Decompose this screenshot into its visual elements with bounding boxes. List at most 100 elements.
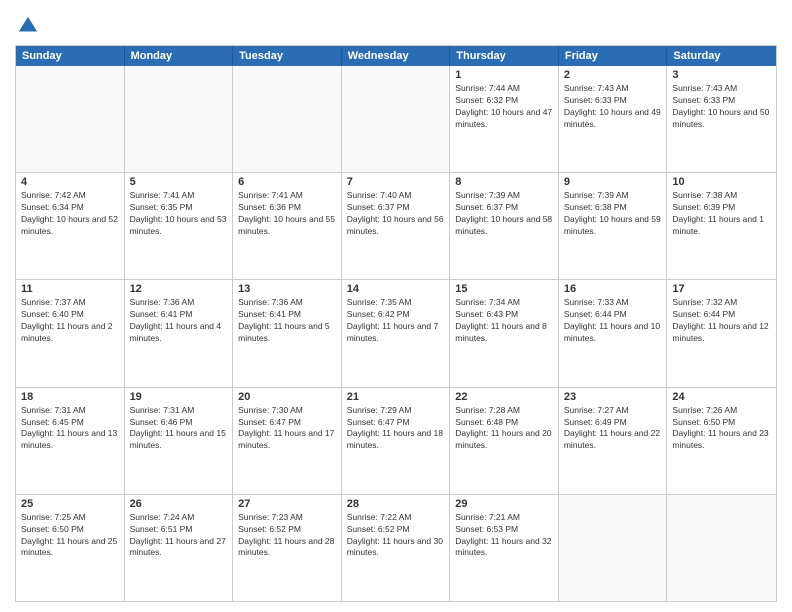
day-cell-27: 27 Sunrise: 7:23 AMSunset: 6:52 PMDayligh… — [233, 495, 342, 601]
day-info: Sunrise: 7:43 AMSunset: 6:33 PMDaylight:… — [564, 83, 662, 131]
day-info: Sunrise: 7:38 AMSunset: 6:39 PMDaylight:… — [672, 190, 771, 238]
header-day-wednesday: Wednesday — [342, 46, 451, 66]
day-cell-6: 6 Sunrise: 7:41 AMSunset: 6:36 PMDaylight… — [233, 173, 342, 279]
day-info: Sunrise: 7:28 AMSunset: 6:48 PMDaylight:… — [455, 405, 553, 453]
day-cell-1: 1 Sunrise: 7:44 AMSunset: 6:32 PMDaylight… — [450, 66, 559, 172]
header-day-thursday: Thursday — [450, 46, 559, 66]
day-number: 12 — [130, 283, 228, 295]
day-info: Sunrise: 7:23 AMSunset: 6:52 PMDaylight:… — [238, 512, 336, 560]
day-number: 14 — [347, 283, 445, 295]
header-day-tuesday: Tuesday — [233, 46, 342, 66]
day-cell-9: 9 Sunrise: 7:39 AMSunset: 6:38 PMDaylight… — [559, 173, 668, 279]
empty-cell — [559, 495, 668, 601]
calendar: SundayMondayTuesdayWednesdayThursdayFrid… — [15, 45, 777, 602]
day-number: 22 — [455, 391, 553, 403]
empty-cell — [125, 66, 234, 172]
day-number: 4 — [21, 176, 119, 188]
day-cell-18: 18Sunrise: 7:31 AMSunset: 6:45 PMDayligh… — [16, 388, 125, 494]
day-cell-24: 24 Sunrise: 7:26 AMSunset: 6:50 PMDayligh… — [667, 388, 776, 494]
day-number: 28 — [347, 498, 445, 510]
day-info: Sunrise: 7:27 AMSunset: 6:49 PMDaylight:… — [564, 405, 662, 453]
calendar-header: SundayMondayTuesdayWednesdayThursdayFrid… — [16, 46, 776, 66]
day-cell-16: 16 Sunrise: 7:33 AMSunset: 6:44 PMDayligh… — [559, 280, 668, 386]
day-number: 3 — [672, 69, 771, 81]
day-cell-21: 21 Sunrise: 7:29 AMSunset: 6:47 PMDayligh… — [342, 388, 451, 494]
day-cell-10: 10 Sunrise: 7:38 AMSunset: 6:39 PMDayligh… — [667, 173, 776, 279]
day-cell-17: 17 Sunrise: 7:32 AMSunset: 6:44 PMDayligh… — [667, 280, 776, 386]
day-info: Sunrise: 7:41 AMSunset: 6:36 PMDaylight:… — [238, 190, 336, 238]
day-number: 9 — [564, 176, 662, 188]
day-number: 17 — [672, 283, 771, 295]
calendar-week-3: 11 Sunrise: 7:37 AMSunset: 6:40 PMDayligh… — [16, 280, 776, 387]
day-number: 25 — [21, 498, 119, 510]
day-info: Sunrise: 7:42 AMSunset: 6:34 PMDaylight:… — [21, 190, 119, 238]
day-cell-8: 8Sunrise: 7:39 AMSunset: 6:37 PMDaylight… — [450, 173, 559, 279]
day-number: 19 — [130, 391, 228, 403]
empty-cell — [342, 66, 451, 172]
day-number: 13 — [238, 283, 336, 295]
header-day-monday: Monday — [125, 46, 234, 66]
day-cell-5: 5Sunrise: 7:41 AMSunset: 6:35 PMDaylight… — [125, 173, 234, 279]
day-info: Sunrise: 7:39 AMSunset: 6:37 PMDaylight:… — [455, 190, 553, 238]
day-number: 16 — [564, 283, 662, 295]
day-cell-4: 4 Sunrise: 7:42 AMSunset: 6:34 PMDaylight… — [16, 173, 125, 279]
day-cell-13: 13 Sunrise: 7:36 AMSunset: 6:41 PMDayligh… — [233, 280, 342, 386]
page: SundayMondayTuesdayWednesdayThursdayFrid… — [0, 0, 792, 612]
day-cell-3: 3 Sunrise: 7:43 AMSunset: 6:33 PMDaylight… — [667, 66, 776, 172]
day-cell-29: 29Sunrise: 7:21 AMSunset: 6:53 PMDayligh… — [450, 495, 559, 601]
day-number: 7 — [347, 176, 445, 188]
calendar-week-5: 25 Sunrise: 7:25 AMSunset: 6:50 PMDayligh… — [16, 495, 776, 601]
day-number: 15 — [455, 283, 553, 295]
day-info: Sunrise: 7:31 AMSunset: 6:46 PMDaylight:… — [130, 405, 228, 453]
day-number: 21 — [347, 391, 445, 403]
calendar-week-1: 1 Sunrise: 7:44 AMSunset: 6:32 PMDaylight… — [16, 66, 776, 173]
day-cell-25: 25 Sunrise: 7:25 AMSunset: 6:50 PMDayligh… — [16, 495, 125, 601]
calendar-body: 1 Sunrise: 7:44 AMSunset: 6:32 PMDaylight… — [16, 66, 776, 601]
day-cell-15: 15 Sunrise: 7:34 AMSunset: 6:43 PMDayligh… — [450, 280, 559, 386]
calendar-week-4: 18Sunrise: 7:31 AMSunset: 6:45 PMDayligh… — [16, 388, 776, 495]
day-number: 10 — [672, 176, 771, 188]
day-info: Sunrise: 7:24 AMSunset: 6:51 PMDaylight:… — [130, 512, 228, 560]
day-number: 29 — [455, 498, 553, 510]
day-number: 20 — [238, 391, 336, 403]
logo-icon — [17, 15, 39, 37]
day-cell-2: 2 Sunrise: 7:43 AMSunset: 6:33 PMDaylight… — [559, 66, 668, 172]
day-info: Sunrise: 7:40 AMSunset: 6:37 PMDaylight:… — [347, 190, 445, 238]
day-number: 1 — [455, 69, 553, 81]
day-cell-22: 22 Sunrise: 7:28 AMSunset: 6:48 PMDayligh… — [450, 388, 559, 494]
day-number: 26 — [130, 498, 228, 510]
day-number: 27 — [238, 498, 336, 510]
day-cell-14: 14 Sunrise: 7:35 AMSunset: 6:42 PMDayligh… — [342, 280, 451, 386]
day-cell-23: 23 Sunrise: 7:27 AMSunset: 6:49 PMDayligh… — [559, 388, 668, 494]
day-number: 6 — [238, 176, 336, 188]
empty-cell — [667, 495, 776, 601]
day-info: Sunrise: 7:44 AMSunset: 6:32 PMDaylight:… — [455, 83, 553, 131]
day-info: Sunrise: 7:29 AMSunset: 6:47 PMDaylight:… — [347, 405, 445, 453]
day-info: Sunrise: 7:33 AMSunset: 6:44 PMDaylight:… — [564, 297, 662, 345]
day-info: Sunrise: 7:25 AMSunset: 6:50 PMDaylight:… — [21, 512, 119, 560]
empty-cell — [233, 66, 342, 172]
header — [15, 10, 777, 37]
day-info: Sunrise: 7:41 AMSunset: 6:35 PMDaylight:… — [130, 190, 228, 238]
day-info: Sunrise: 7:39 AMSunset: 6:38 PMDaylight:… — [564, 190, 662, 238]
day-number: 11 — [21, 283, 119, 295]
day-info: Sunrise: 7:26 AMSunset: 6:50 PMDaylight:… — [672, 405, 771, 453]
day-number: 2 — [564, 69, 662, 81]
header-day-saturday: Saturday — [667, 46, 776, 66]
day-info: Sunrise: 7:35 AMSunset: 6:42 PMDaylight:… — [347, 297, 445, 345]
day-number: 23 — [564, 391, 662, 403]
day-info: Sunrise: 7:34 AMSunset: 6:43 PMDaylight:… — [455, 297, 553, 345]
day-info: Sunrise: 7:37 AMSunset: 6:40 PMDaylight:… — [21, 297, 119, 345]
day-cell-20: 20 Sunrise: 7:30 AMSunset: 6:47 PMDayligh… — [233, 388, 342, 494]
day-info: Sunrise: 7:36 AMSunset: 6:41 PMDaylight:… — [238, 297, 336, 345]
calendar-week-2: 4 Sunrise: 7:42 AMSunset: 6:34 PMDaylight… — [16, 173, 776, 280]
day-info: Sunrise: 7:30 AMSunset: 6:47 PMDaylight:… — [238, 405, 336, 453]
day-cell-12: 12Sunrise: 7:36 AMSunset: 6:41 PMDayligh… — [125, 280, 234, 386]
empty-cell — [16, 66, 125, 172]
header-day-sunday: Sunday — [16, 46, 125, 66]
day-cell-19: 19 Sunrise: 7:31 AMSunset: 6:46 PMDayligh… — [125, 388, 234, 494]
day-number: 24 — [672, 391, 771, 403]
day-info: Sunrise: 7:43 AMSunset: 6:33 PMDaylight:… — [672, 83, 771, 131]
day-info: Sunrise: 7:32 AMSunset: 6:44 PMDaylight:… — [672, 297, 771, 345]
day-cell-26: 26 Sunrise: 7:24 AMSunset: 6:51 PMDayligh… — [125, 495, 234, 601]
